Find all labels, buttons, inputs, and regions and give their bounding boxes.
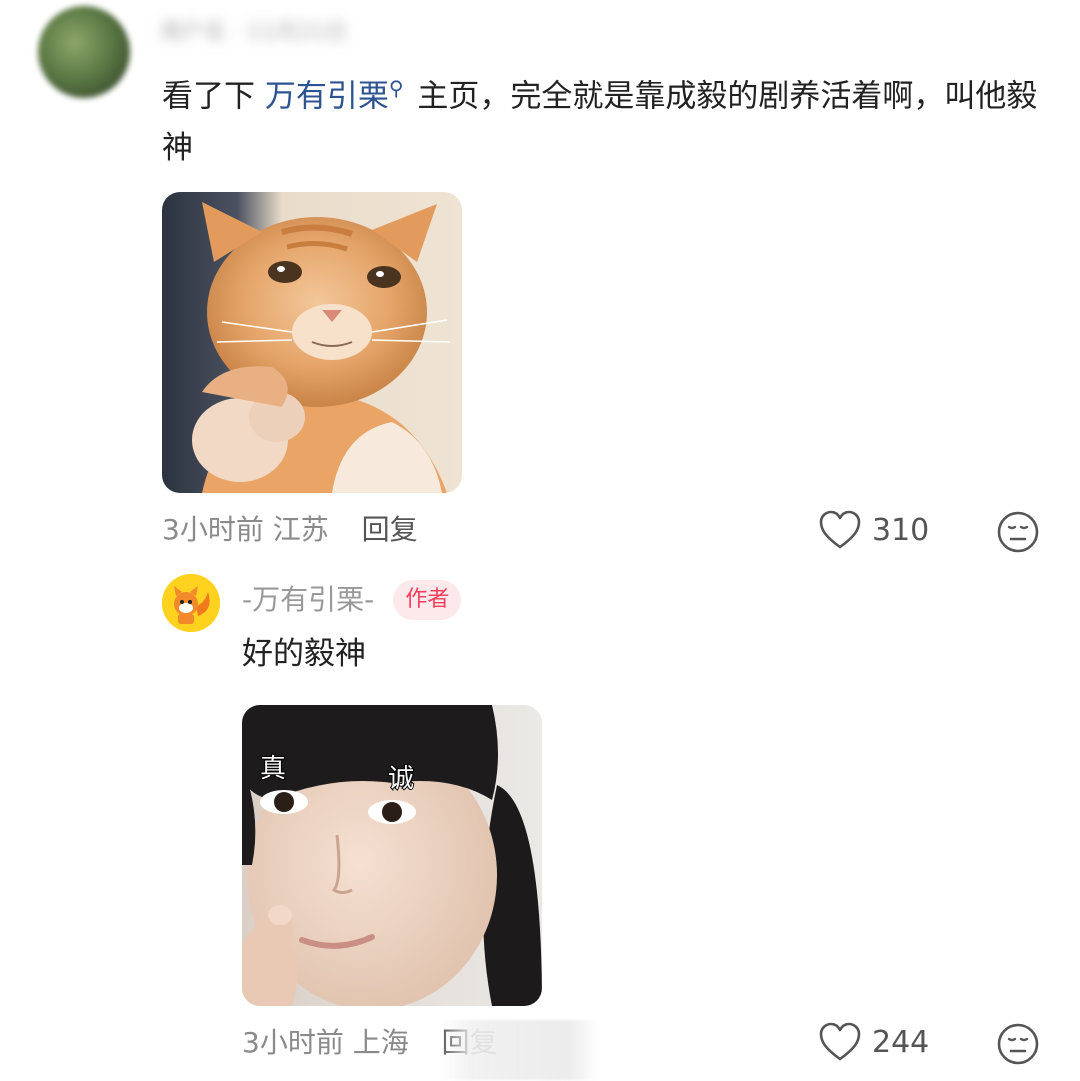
reply-text: 好的毅神 [242, 636, 366, 672]
reply-location: 上海 [352, 1026, 409, 1059]
watermark-overlay [440, 1020, 600, 1080]
comment-reply-button[interactable]: 回复 [362, 513, 418, 546]
reply-image-portrait[interactable]: 真 诚 [242, 705, 542, 1006]
reply-emoji-react-button[interactable] [996, 1022, 1040, 1070]
comment-text: 看了下 万有引栗⚲ 主页，完全就是靠成毅的剧养活着啊，叫他毅神 [162, 62, 1052, 174]
author-name[interactable]: -万有引栗- [242, 583, 374, 616]
neutral-face-icon [997, 1023, 1039, 1065]
commenter-name[interactable]: 用户名 · 11月21日 [160, 18, 370, 48]
heart-icon [819, 510, 861, 549]
caption-left: 真 [260, 754, 286, 784]
comment-location: 江苏 [272, 513, 329, 546]
comment-meta: 3小时前 江苏 回复 [162, 512, 418, 548]
comment-text-prefix: 看了下 [162, 78, 265, 115]
reply-time: 3小时前 [242, 1026, 344, 1059]
author-header: -万有引栗- 作者 [242, 580, 462, 620]
comment-like-button[interactable]: 310 [818, 510, 929, 550]
mention-link[interactable]: 万有引栗 [265, 78, 389, 114]
reply-like-count: 244 [872, 1024, 930, 1060]
author-badge: 作者 [393, 580, 462, 620]
neutral-face-icon [997, 511, 1039, 553]
author-avatar[interactable] [162, 574, 220, 632]
caption-right: 诚 [388, 764, 414, 794]
comment-emoji-react-button[interactable] [996, 510, 1040, 558]
comment-image-cat[interactable] [162, 192, 462, 493]
reply-like-button[interactable]: 244 [818, 1022, 929, 1062]
search-icon[interactable]: ⚲ [389, 76, 404, 100]
comment-like-count: 310 [872, 512, 930, 548]
comment-time: 3小时前 [162, 513, 264, 546]
heart-icon [819, 1022, 861, 1061]
commenter-avatar[interactable] [38, 6, 130, 98]
